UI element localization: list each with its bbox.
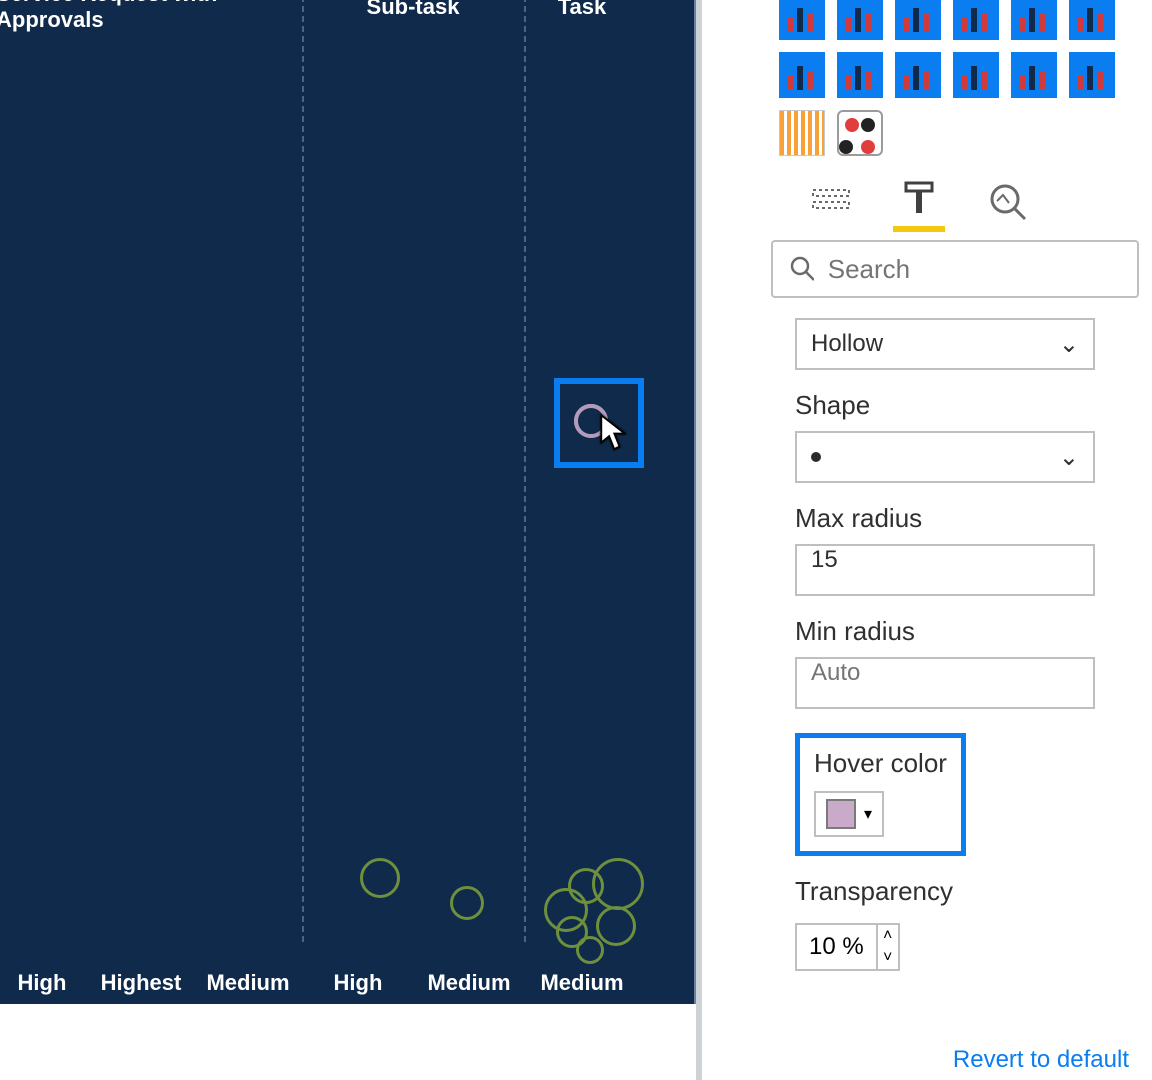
- viz-gallery-item[interactable]: [895, 0, 941, 40]
- min-radius-label: Min radius: [795, 616, 1139, 647]
- transparency-unit: %: [842, 933, 863, 961]
- viz-gallery-item[interactable]: [779, 52, 825, 98]
- viz-gallery-item[interactable]: [1011, 0, 1057, 40]
- column-header: Sub-task: [302, 0, 524, 22]
- viz-gallery-item[interactable]: [779, 110, 825, 156]
- column-header: Task: [524, 0, 640, 22]
- report-canvas[interactable]: Service Request with ApprovalsSub-taskTa…: [0, 0, 696, 1004]
- axis-tick-label: Medium: [414, 968, 524, 998]
- column-header: Service Request with Approvals: [0, 0, 302, 22]
- transparency-label: Transparency: [795, 876, 1139, 907]
- caret-down-icon: ▾: [864, 804, 872, 824]
- tab-format[interactable]: [895, 176, 943, 226]
- transparency-value: 10: [809, 933, 836, 961]
- shape-label: Shape: [795, 390, 1139, 421]
- transparency-stepper[interactable]: 10 % ˄ ˅: [795, 923, 900, 971]
- hover-color-picker[interactable]: ▾: [814, 791, 884, 837]
- viz-gallery-item[interactable]: [837, 110, 883, 156]
- viz-gallery-item[interactable]: [837, 52, 883, 98]
- viz-gallery-item[interactable]: [779, 0, 825, 40]
- chevron-down-icon: ⌄: [1059, 443, 1079, 472]
- data-point[interactable]: [592, 858, 644, 910]
- revert-to-default-link[interactable]: Revert to default: [953, 1046, 1129, 1074]
- search-icon: [789, 255, 814, 283]
- axis-tick-label: High: [302, 968, 414, 998]
- max-radius-label: Max radius: [795, 503, 1139, 534]
- chevron-down-icon: ⌄: [1059, 330, 1079, 359]
- viz-gallery-item[interactable]: [953, 52, 999, 98]
- min-radius-input[interactable]: [795, 657, 1095, 709]
- mouse-cursor-icon: [600, 414, 626, 454]
- marker-style-value: Hollow: [811, 330, 883, 358]
- axis-tick-label: High: [0, 968, 88, 998]
- pane-tabs: [765, 162, 1145, 226]
- hover-color-group: Hover color ▾: [795, 733, 966, 856]
- search-input[interactable]: [828, 254, 1121, 285]
- tab-fields[interactable]: [807, 176, 855, 226]
- stepper-down[interactable]: ˅: [878, 947, 898, 969]
- visualization-gallery: [765, 0, 1145, 162]
- axis-tick-label: Medium: [524, 968, 640, 998]
- viz-gallery-item[interactable]: [1069, 0, 1115, 40]
- shape-select[interactable]: ⌄: [795, 431, 1095, 483]
- data-point[interactable]: [596, 906, 636, 946]
- max-radius-input[interactable]: [795, 544, 1095, 596]
- axis-tick-label: Highest: [88, 968, 194, 998]
- viz-gallery-item[interactable]: [895, 52, 941, 98]
- data-point[interactable]: [576, 936, 604, 964]
- stepper-up[interactable]: ˄: [878, 925, 898, 947]
- hover-color-label: Hover color: [814, 748, 947, 779]
- viz-gallery-item[interactable]: [953, 0, 999, 40]
- data-point[interactable]: [450, 886, 484, 920]
- marker-style-select[interactable]: Hollow ⌄: [795, 318, 1095, 370]
- viz-gallery-item[interactable]: [1069, 52, 1115, 98]
- viz-gallery-item[interactable]: [837, 0, 883, 40]
- shape-preview-dot: [811, 452, 821, 462]
- visualizations-format-pane: Hollow ⌄ Shape ⌄ Max radius Min radius H…: [765, 0, 1145, 1074]
- pane-splitter[interactable]: [696, 0, 702, 1080]
- viz-gallery-item[interactable]: [1011, 52, 1057, 98]
- tab-analytics[interactable]: [983, 176, 1031, 226]
- hover-color-swatch: [826, 799, 856, 829]
- axis-tick-label: Medium: [194, 968, 302, 998]
- data-point[interactable]: [360, 858, 400, 898]
- format-search[interactable]: [771, 240, 1139, 298]
